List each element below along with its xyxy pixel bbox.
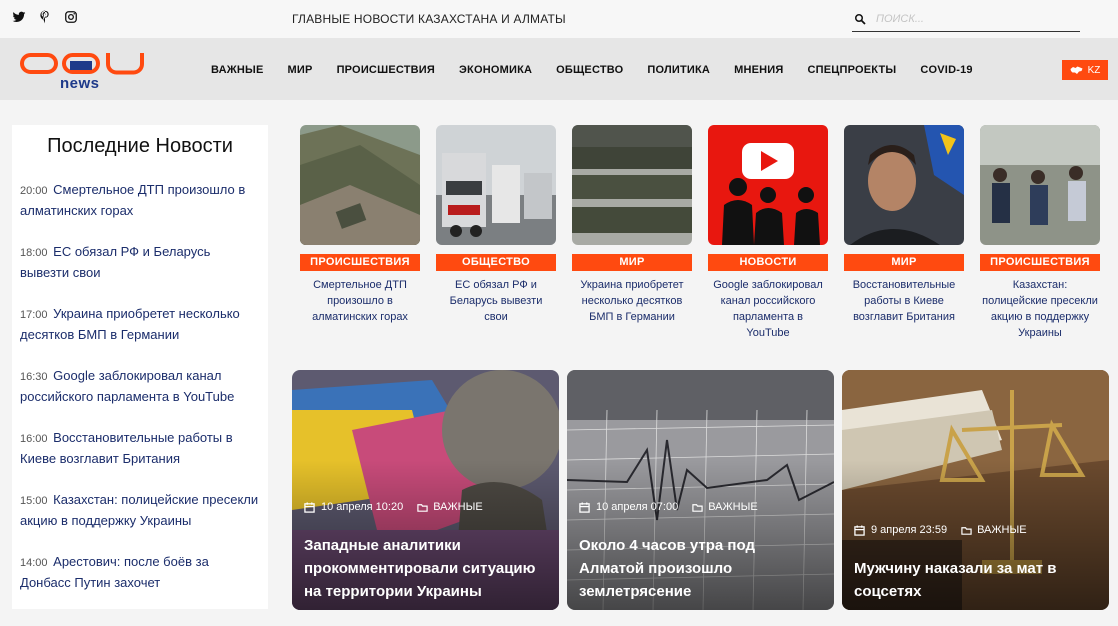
featured-meta: 10 апреля 07:00 ВАЖНЫЕ <box>579 501 758 513</box>
latest-news-list: 20:00 Смертельное ДТП произошло в алмати… <box>12 180 268 614</box>
social-links <box>12 10 78 24</box>
list-item[interactable]: 16:30 Google заблокировал канал российск… <box>20 366 260 428</box>
news-thumbnail[interactable] <box>844 125 964 245</box>
instagram-icon[interactable] <box>64 10 78 24</box>
language-label: KZ <box>1087 64 1101 76</box>
news-title[interactable]: Восстановительные работы в Киеве возглав… <box>844 277 964 325</box>
list-item[interactable]: 15:00 Казахстан: полицейские пресекли ак… <box>20 490 260 552</box>
nav-item-economy[interactable]: ЭКОНОМИКА <box>459 64 532 76</box>
logo-subtitle: news <box>60 75 100 92</box>
category-badge[interactable]: ОБЩЕСТВО <box>436 254 556 271</box>
news-time: 14:00 <box>20 557 48 569</box>
search-bar <box>852 6 1080 32</box>
news-time: 15:00 <box>20 495 48 507</box>
news-link[interactable]: Google заблокировал канал российского па… <box>20 368 234 404</box>
news-time: 16:30 <box>20 371 48 383</box>
site-logo[interactable]: news <box>20 53 144 93</box>
list-item[interactable]: 14:00 Арестович: после боёв за Донбасс П… <box>20 552 260 614</box>
news-link[interactable]: ЕС обязал РФ и Беларусь вывезти свои <box>20 244 210 280</box>
category-badge[interactable]: МИР <box>572 254 692 271</box>
folder-icon <box>417 503 428 512</box>
pinterest-icon[interactable] <box>38 10 52 24</box>
twitter-icon[interactable] <box>12 10 26 24</box>
news-link[interactable]: Казахстан: полицейские пресекли акцию в … <box>20 492 258 528</box>
featured-card[interactable]: 9 апреля 23:59 ВАЖНЫЕ Мужчину наказали з… <box>842 370 1109 610</box>
category-badge[interactable]: НОВОСТИ <box>708 254 828 271</box>
search-icon[interactable] <box>854 13 866 25</box>
post-date: 9 апреля 23:59 <box>871 524 948 536</box>
nav-item-incidents[interactable]: ПРОИСШЕСТВИЯ <box>337 64 435 76</box>
news-thumbnail[interactable] <box>572 125 692 245</box>
logo-mark <box>20 53 144 75</box>
nav-item-opinions[interactable]: МНЕНИЯ <box>734 64 783 76</box>
news-time: 20:00 <box>20 185 48 197</box>
news-link[interactable]: Арестович: после боёв за Донбасс Путин з… <box>20 554 209 590</box>
news-link[interactable]: Украина приобретет несколько десятков БМ… <box>20 306 240 342</box>
calendar-icon <box>304 501 315 513</box>
news-time: 17:00 <box>20 309 48 321</box>
news-card[interactable]: ПРОИСШЕСТВИЯ Казахстан: полицейские прес… <box>980 125 1100 341</box>
category-badge[interactable]: ПРОИСШЕСТВИЯ <box>980 254 1100 271</box>
news-thumbnail[interactable] <box>708 125 828 245</box>
site-tagline: ГЛАВНЫЕ НОВОСТИ КАЗАХСТАНА И АЛМАТЫ <box>292 12 566 26</box>
sidebar-title: Последние Новости <box>47 135 233 157</box>
list-item[interactable]: 17:00 Украина приобретет несколько десят… <box>20 304 260 366</box>
post-date: 10 апреля 10:20 <box>321 501 404 513</box>
news-title[interactable]: Смертельное ДТП произошло в алматинских … <box>300 277 420 325</box>
news-card[interactable]: МИР Украина приобретет несколько десятко… <box>572 125 692 325</box>
news-card[interactable]: НОВОСТИ Google заблокировал канал россий… <box>708 125 828 341</box>
category-badge[interactable]: ПРОИСШЕСТВИЯ <box>300 254 420 271</box>
featured-card[interactable]: 10 апреля 07:00 ВАЖНЫЕ Около 4 часов утр… <box>567 370 834 610</box>
news-time: 18:00 <box>20 247 48 259</box>
main-header: news ВАЖНЫЕ МИР ПРОИСШЕСТВИЯ ЭКОНОМИКА О… <box>0 38 1118 100</box>
search-input[interactable] <box>876 12 1066 25</box>
post-category[interactable]: ВАЖНЫЕ <box>977 524 1026 536</box>
nav-item-world[interactable]: МИР <box>288 64 313 76</box>
news-card[interactable]: МИР Восстановительные работы в Киеве воз… <box>844 125 964 325</box>
list-item[interactable]: 18:00 ЕС обязал РФ и Беларусь вывезти св… <box>20 242 260 304</box>
news-title[interactable]: Google заблокировал канал российского па… <box>708 277 828 341</box>
featured-meta: 10 апреля 10:20 ВАЖНЫЕ <box>304 501 483 513</box>
nav-item-covid[interactable]: COVID-19 <box>920 64 972 76</box>
news-thumbnail[interactable] <box>436 125 556 245</box>
featured-title[interactable]: Западные аналитики прокомментировали сит… <box>304 534 547 603</box>
main-nav: ВАЖНЫЕ МИР ПРОИСШЕСТВИЯ ЭКОНОМИКА ОБЩЕСТ… <box>211 64 997 76</box>
nav-item-politics[interactable]: ПОЛИТИКА <box>647 64 710 76</box>
calendar-icon <box>854 524 865 536</box>
nav-item-society[interactable]: ОБЩЕСТВО <box>556 64 623 76</box>
news-card[interactable]: ОБЩЕСТВО ЕС обязал РФ и Беларусь вывезти… <box>436 125 556 325</box>
news-link[interactable]: Смертельное ДТП произошло в алматинских … <box>20 182 245 218</box>
featured-title[interactable]: Мужчину наказали за мат в соцсетях <box>854 557 1097 603</box>
calendar-icon <box>579 501 590 513</box>
featured-meta: 9 апреля 23:59 ВАЖНЫЕ <box>854 524 1027 536</box>
post-category[interactable]: ВАЖНЫЕ <box>708 501 757 513</box>
news-link[interactable]: Восстановительные работы в Киеве возглав… <box>20 430 233 466</box>
nav-item-important[interactable]: ВАЖНЫЕ <box>211 64 264 76</box>
kazakhstan-map-icon <box>1070 66 1083 74</box>
news-thumbnail[interactable] <box>300 125 420 245</box>
list-item[interactable]: 20:00 Смертельное ДТП произошло в алмати… <box>20 180 260 242</box>
folder-icon <box>692 503 703 512</box>
featured-title[interactable]: Около 4 часов утра под Алматой произошло… <box>579 534 822 603</box>
featured-card[interactable]: 10 апреля 10:20 ВАЖНЫЕ Западные аналитик… <box>292 370 559 610</box>
news-card[interactable]: ПРОИСШЕСТВИЯ Смертельное ДТП произошло в… <box>300 125 420 325</box>
news-title[interactable]: ЕС обязал РФ и Беларусь вывезти свои <box>436 277 556 325</box>
top-bar: ГЛАВНЫЕ НОВОСТИ КАЗАХСТАНА И АЛМАТЫ <box>0 0 1118 38</box>
post-category[interactable]: ВАЖНЫЕ <box>433 501 482 513</box>
language-switch-button[interactable]: KZ <box>1062 60 1108 80</box>
news-title[interactable]: Казахстан: полицейские пресекли акцию в … <box>980 277 1100 341</box>
folder-icon <box>961 526 972 535</box>
news-title[interactable]: Украина приобретет несколько десятков БМ… <box>572 277 692 325</box>
latest-news-sidebar: Последние Новости 20:00 Смертельное ДТП … <box>12 125 268 609</box>
category-badge[interactable]: МИР <box>844 254 964 271</box>
news-thumbnail[interactable] <box>980 125 1100 245</box>
nav-item-special[interactable]: СПЕЦПРОЕКТЫ <box>807 64 896 76</box>
news-time: 16:00 <box>20 433 48 445</box>
list-item[interactable]: 16:00 Восстановительные работы в Киеве в… <box>20 428 260 490</box>
post-date: 10 апреля 07:00 <box>596 501 679 513</box>
